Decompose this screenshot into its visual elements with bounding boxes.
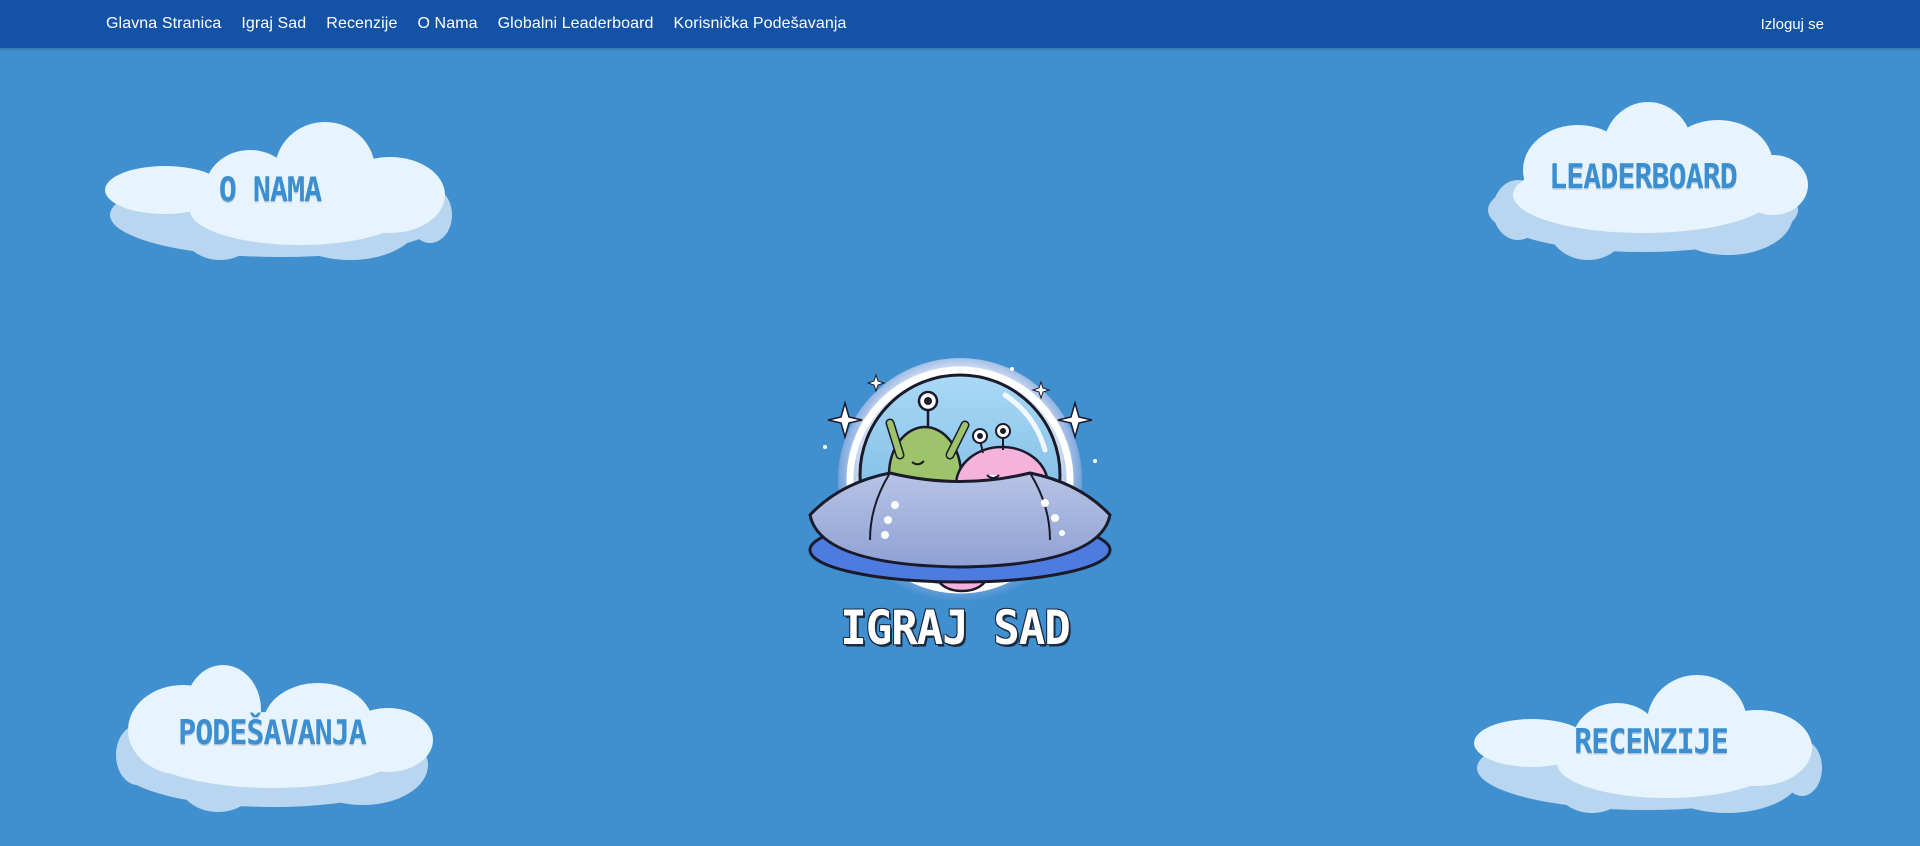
play-now-label[interactable]: IGRAJ SAD	[810, 601, 1100, 656]
cloud-leaderboard-button[interactable]: LEADERBOARD	[1478, 100, 1808, 265]
nav-link-settings[interactable]: Korisnička Podešavanja	[674, 15, 847, 33]
nav-link-leaderboard[interactable]: Globalni Leaderboard	[498, 15, 654, 33]
cloud-settings-label: PODEŠAVANJA	[178, 713, 367, 754]
ufo-icon	[808, 358, 1112, 602]
nav-link-about[interactable]: O Nama	[417, 15, 477, 33]
nav-links: Glavna Stranica Igraj Sad Recenzije O Na…	[106, 0, 867, 48]
cloud-reviews-button[interactable]: RECENZIJE	[1472, 668, 1822, 818]
cloud-about-label: O NAMA	[218, 170, 322, 211]
nav-link-play[interactable]: Igraj Sad	[241, 15, 306, 33]
top-navbar: Glavna Stranica Igraj Sad Recenzije O Na…	[0, 0, 1920, 48]
play-ufo-button[interactable]	[800, 355, 1120, 605]
nav-link-reviews[interactable]: Recenzije	[326, 15, 397, 33]
logout-link[interactable]: Izloguj se	[1761, 0, 1824, 48]
nav-link-home[interactable]: Glavna Stranica	[106, 15, 221, 33]
cloud-about-button[interactable]: O NAMA	[100, 115, 460, 265]
cloud-reviews-label: RECENZIJE	[1574, 722, 1729, 763]
cloud-leaderboard-label: LEADERBOARD	[1549, 157, 1738, 198]
cloud-settings-button[interactable]: PODEŠAVANJA	[108, 655, 438, 815]
